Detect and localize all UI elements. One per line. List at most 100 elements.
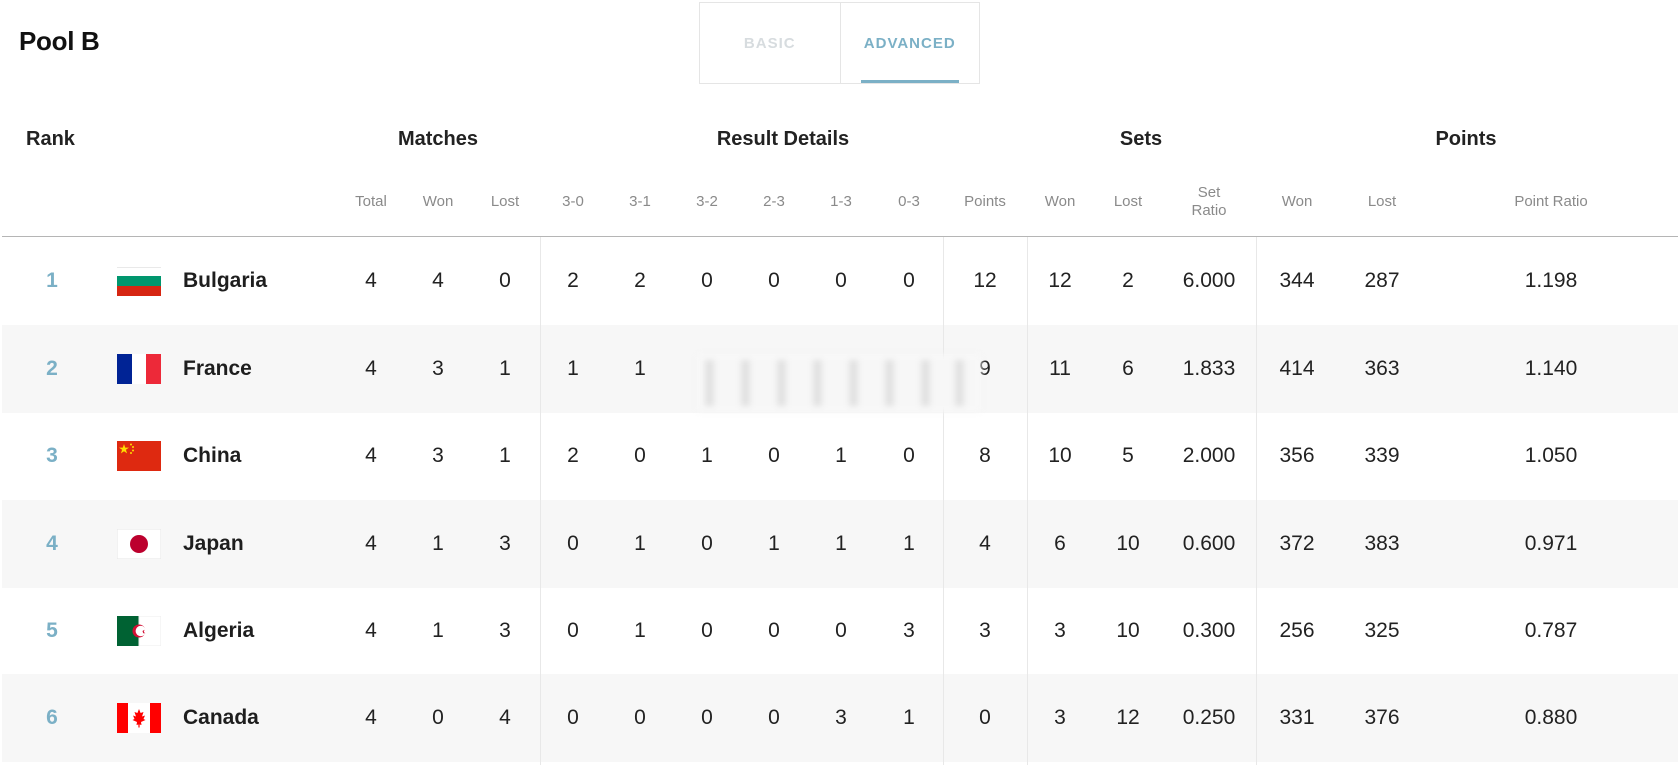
point-ratio-value: 0.971 <box>1524 532 1578 555</box>
matches-won-value: 0 <box>432 706 444 729</box>
result-3-0-value: 0 <box>567 532 579 555</box>
points-lost-value: 287 <box>1364 269 1400 292</box>
column-header-total: Total <box>355 193 387 210</box>
result-1-3-value: 0 <box>835 269 847 292</box>
pool-title: Pool B <box>19 26 100 56</box>
result-1-3-value: 3 <box>835 706 847 729</box>
rank-value: 2 <box>46 357 58 380</box>
result-3-1-value: 0 <box>634 706 646 729</box>
result-3-1-value: 1 <box>634 619 646 642</box>
matches-won-value: 4 <box>432 269 444 292</box>
result-3-1-value: 0 <box>634 444 646 467</box>
points-lost-value: 339 <box>1364 444 1400 467</box>
points-won-value: 331 <box>1279 706 1315 729</box>
column-divider <box>540 237 541 765</box>
sets-won-value: 11 <box>1049 357 1071 380</box>
points-lost-value: 325 <box>1364 619 1400 642</box>
total-value: 4 <box>365 532 377 555</box>
points-won-value: 344 <box>1279 269 1315 292</box>
rank-value: 3 <box>46 444 58 467</box>
result-0-3-value: 1 <box>903 532 915 555</box>
points-won-value: 256 <box>1279 619 1315 642</box>
matches-won-value: 3 <box>432 357 444 380</box>
china-flag <box>117 441 161 471</box>
column-header-matches-won: Won <box>422 193 454 210</box>
result-3-1-value: 1 <box>634 357 646 380</box>
tab-advanced[interactable]: ADVANCED <box>839 3 980 83</box>
sets-lost-value: 2 <box>1122 269 1134 292</box>
matches-won-value: 1 <box>432 619 444 642</box>
column-header-1-3: 1-3 <box>830 193 852 210</box>
sets-lost-value: 6 <box>1122 357 1134 380</box>
tab-basic[interactable]: BASIC <box>700 3 840 83</box>
point-ratio-value: 0.787 <box>1524 619 1578 642</box>
team-name[interactable]: China <box>183 412 241 500</box>
france-flag <box>117 354 161 384</box>
set-ratio-value: 1.833 <box>1182 357 1236 380</box>
result-3-0-value: 0 <box>567 706 579 729</box>
total-value: 4 <box>365 619 377 642</box>
points-lost-value: 376 <box>1364 706 1400 729</box>
points-value: 12 <box>973 269 997 292</box>
table-row[interactable]: 4 Japan 4 1 3 0 1 0 1 1 1 4 6 10 0.600 372 383 0.971 <box>2 500 1678 588</box>
result-3-1-value: 1 <box>634 532 646 555</box>
team-name[interactable]: Japan <box>183 500 244 588</box>
matches-lost-value: 1 <box>499 444 511 467</box>
result-1-3-value: 1 <box>835 532 847 555</box>
column-divider <box>1256 237 1257 765</box>
column-header-matches-lost: Lost <box>490 193 520 210</box>
points-value: 8 <box>979 444 991 467</box>
result-3-2-value: 0 <box>701 619 713 642</box>
column-header-3-0: 3-0 <box>562 193 584 210</box>
result-3-2-value: 0 <box>701 706 713 729</box>
column-header-2-3: 2-3 <box>763 193 785 210</box>
result-0-3-value: 0 <box>903 269 915 292</box>
column-header-points-lost: Lost <box>1367 193 1397 210</box>
result-0-3-value: 0 <box>903 444 915 467</box>
matches-lost-value: 3 <box>499 619 511 642</box>
matches-lost-value: 4 <box>499 706 511 729</box>
total-value: 4 <box>365 444 377 467</box>
point-ratio-value: 0.880 <box>1524 706 1578 729</box>
column-header-set-ratio: Set Ratio <box>1191 184 1227 219</box>
matches-won-value: 3 <box>432 444 444 467</box>
points-value: 4 <box>979 532 991 555</box>
point-ratio-value: 1.198 <box>1524 269 1578 292</box>
column-header-points-won: Won <box>1281 193 1313 210</box>
table-row[interactable]: 1 Bulgaria 4 4 0 2 2 0 0 0 0 12 12 2 6.000 344 287 1.198 <box>2 237 1678 325</box>
point-ratio-value: 1.050 <box>1524 444 1578 467</box>
set-ratio-value: 2.000 <box>1182 444 1236 467</box>
group-header-rank: Rank <box>26 128 75 150</box>
column-header-3-1: 3-1 <box>629 193 651 210</box>
team-name[interactable]: Canada <box>183 674 259 762</box>
table-row[interactable]: 3 China 4 3 1 2 0 1 0 1 0 8 10 5 2.000 356 339 1.050 <box>2 412 1678 500</box>
table-row[interactable]: 5 Algeria 4 1 3 0 1 0 0 0 3 3 3 10 0.300 256 325 0.787 <box>2 587 1678 675</box>
total-value: 4 <box>365 706 377 729</box>
table-row[interactable]: 6 Canada 4 0 4 0 0 0 0 3 1 0 3 12 0.250 331 376 0.880 <box>2 674 1678 762</box>
group-header-points: Points <box>1435 128 1497 150</box>
points-lost-value: 363 <box>1364 357 1400 380</box>
team-name[interactable]: France <box>183 325 252 413</box>
column-header-3-2: 3-2 <box>696 193 718 210</box>
result-3-0-value: 2 <box>567 444 579 467</box>
set-ratio-value: 0.600 <box>1182 532 1236 555</box>
matches-lost-value: 3 <box>499 532 511 555</box>
sets-lost-value: 10 <box>1116 619 1140 642</box>
result-3-0-value: 0 <box>567 619 579 642</box>
team-name[interactable]: Algeria <box>183 587 254 675</box>
result-0-3-value: 3 <box>903 619 915 642</box>
points-lost-value: 383 <box>1364 532 1400 555</box>
rank-value: 1 <box>46 269 58 292</box>
result-3-2-value: 0 <box>701 269 713 292</box>
result-3-0-value: 2 <box>567 269 579 292</box>
result-3-2-value: 1 <box>701 444 713 467</box>
view-tabs: BASIC ADVANCED <box>699 2 980 84</box>
result-2-3-value: 0 <box>768 444 780 467</box>
sets-won-value: 12 <box>1048 269 1072 292</box>
sets-won-value: 10 <box>1048 444 1072 467</box>
point-ratio-value: 1.140 <box>1524 357 1578 380</box>
group-header-result-details: Result Details <box>716 128 850 150</box>
team-name[interactable]: Bulgaria <box>183 237 267 325</box>
total-value: 4 <box>365 357 377 380</box>
result-1-3-value: 0 <box>835 619 847 642</box>
